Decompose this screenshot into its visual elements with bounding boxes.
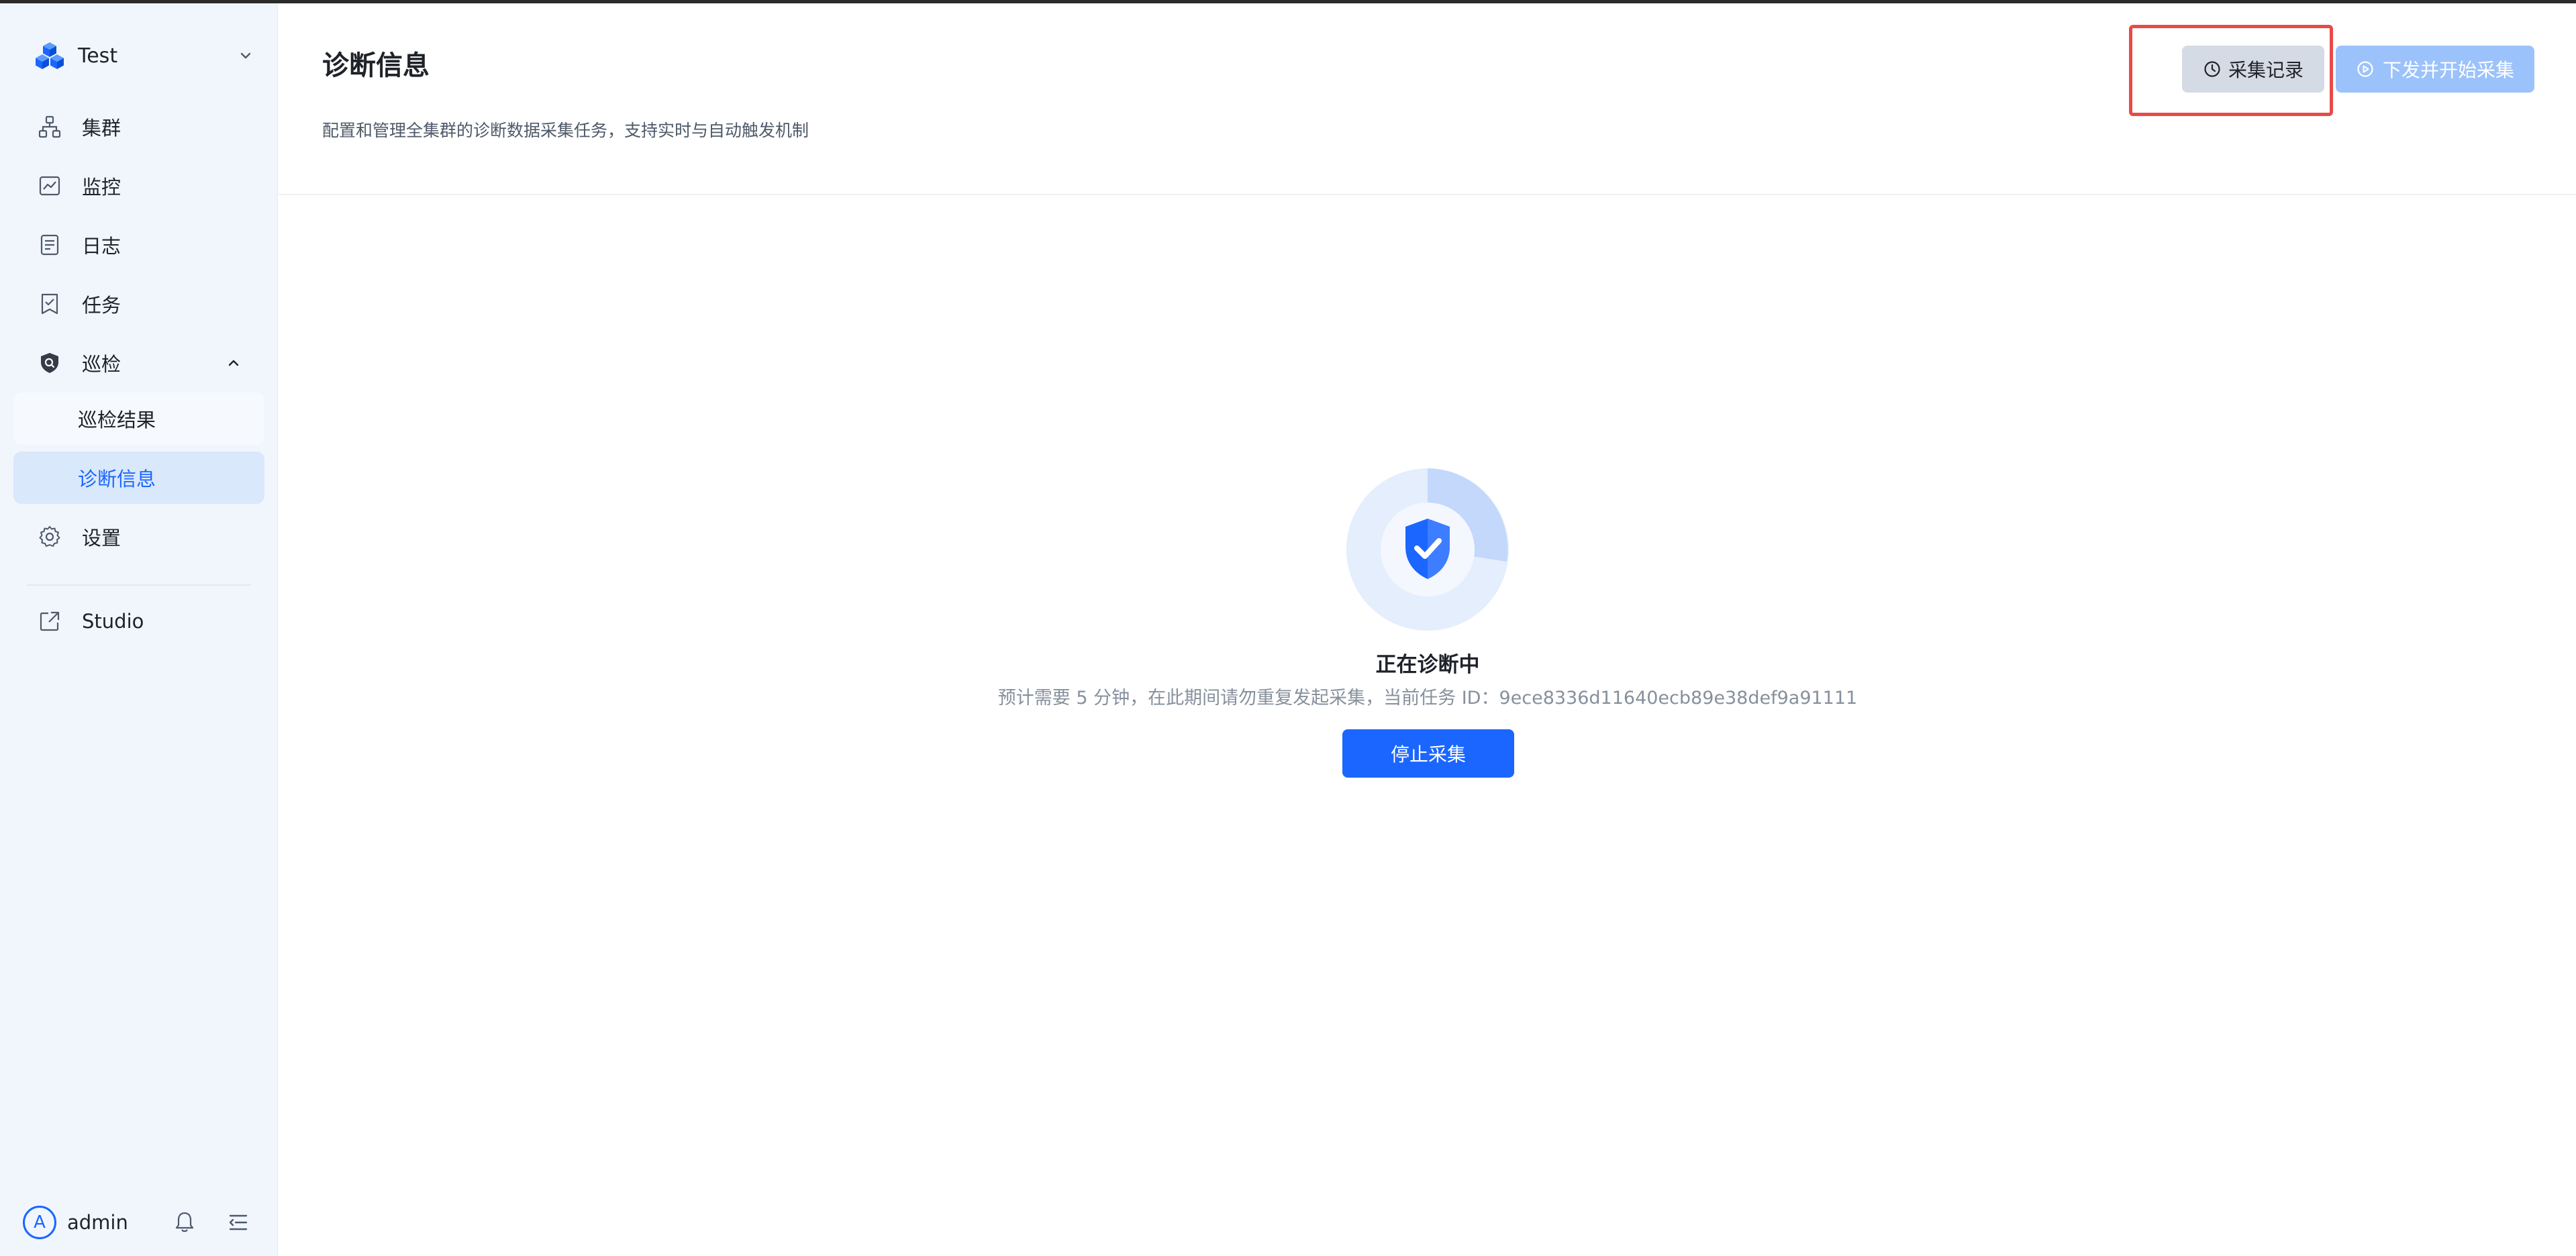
dispatch-and-start-label: 下发并开始采集 bbox=[2382, 59, 2514, 81]
page-title: 诊断信息 bbox=[322, 50, 430, 81]
task-checklist-icon bbox=[41, 293, 58, 315]
cluster-topology-icon bbox=[38, 115, 61, 138]
sidebar-item-monitor[interactable]: 监控 bbox=[13, 160, 264, 212]
workspace-name: Test bbox=[78, 44, 118, 68]
status-title: 正在诊断中 bbox=[1375, 653, 1480, 677]
collapse-menu-icon[interactable] bbox=[226, 1210, 251, 1235]
sidebar-item-settings[interactable]: 设置 bbox=[13, 511, 264, 563]
user-profile[interactable]: A admin bbox=[23, 1204, 128, 1241]
collection-records-button[interactable]: 采集记录 bbox=[2182, 46, 2324, 93]
sidebar: Test 集群 监控 日志 任务 巡检 巡检结果 诊断信息 设置 Studio … bbox=[0, 3, 278, 1256]
main-content: 诊断信息 配置和管理全集群的诊断数据采集任务，支持实时与自动触发机制 采集记录 … bbox=[279, 3, 2576, 1256]
external-link-icon bbox=[40, 611, 60, 631]
sidebar-item-label: Studio bbox=[82, 610, 144, 633]
play-circle-icon bbox=[2357, 61, 2373, 77]
sidebar-item-diagnostics[interactable]: 诊断信息 bbox=[13, 452, 264, 504]
sidebar-item-inspection[interactable]: 巡检 bbox=[13, 337, 264, 389]
clock-icon bbox=[2204, 61, 2220, 77]
sidebar-item-studio[interactable]: Studio bbox=[13, 595, 264, 647]
user-name: admin bbox=[67, 1211, 128, 1234]
avatar: A bbox=[23, 1206, 56, 1239]
sidebar-item-label: 巡检结果 bbox=[78, 409, 156, 431]
chevron-up-icon[interactable] bbox=[224, 354, 243, 372]
sidebar-item-label: 巡检 bbox=[82, 353, 121, 376]
bell-icon[interactable] bbox=[172, 1210, 197, 1235]
sidebar-item-cluster[interactable]: 集群 bbox=[13, 101, 264, 153]
diagnosing-progress-icon bbox=[1346, 468, 1509, 631]
log-document-icon bbox=[40, 234, 59, 256]
sidebar-item-label: 日志 bbox=[82, 235, 121, 258]
sidebar-item-label: 任务 bbox=[82, 294, 121, 317]
page-description: 配置和管理全集群的诊断数据采集任务，支持实时与自动触发机制 bbox=[322, 121, 809, 140]
sidebar-item-tasks[interactable]: 任务 bbox=[13, 278, 264, 330]
monitor-chart-icon bbox=[39, 176, 60, 196]
sidebar-divider bbox=[27, 584, 251, 586]
gear-icon bbox=[39, 526, 60, 547]
chevron-down-icon[interactable] bbox=[236, 46, 255, 65]
dispatch-and-start-button[interactable]: 下发并开始采集 bbox=[2336, 46, 2534, 93]
stop-collection-button[interactable]: 停止采集 bbox=[1342, 729, 1514, 778]
shield-search-icon bbox=[41, 353, 58, 373]
collection-records-label: 采集记录 bbox=[2228, 59, 2303, 81]
cubes-logo-icon bbox=[36, 42, 64, 69]
sidebar-item-logs[interactable]: 日志 bbox=[13, 219, 264, 271]
header-divider bbox=[279, 194, 2576, 195]
workspace-switcher[interactable]: Test bbox=[34, 40, 117, 72]
sidebar-item-label: 集群 bbox=[82, 117, 121, 140]
status-description: 预计需要 5 分钟，在此期间请勿重复发起采集，当前任务 ID：9ece8336d… bbox=[997, 688, 1858, 709]
sidebar-item-label: 监控 bbox=[82, 176, 121, 199]
sidebar-item-label: 诊断信息 bbox=[78, 468, 156, 490]
stop-collection-label: 停止采集 bbox=[1390, 743, 1466, 766]
sidebar-item-label: 设置 bbox=[82, 527, 121, 550]
sidebar-item-inspection-results[interactable]: 巡检结果 bbox=[13, 392, 264, 445]
